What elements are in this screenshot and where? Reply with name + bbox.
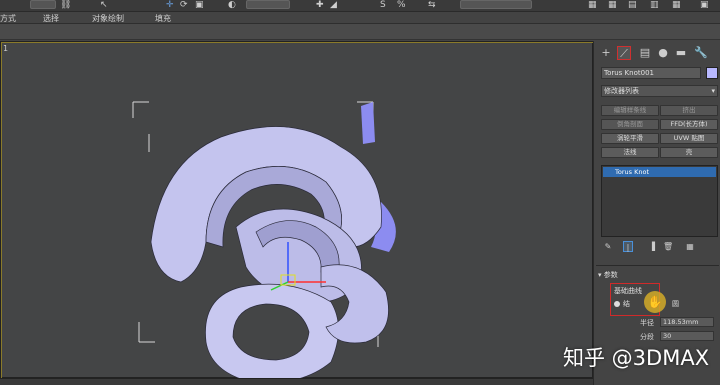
show-end-result-icon[interactable]: |	[623, 241, 633, 252]
radio-circle-label[interactable]: 圆	[672, 299, 679, 309]
ribbon-panel-strip	[0, 24, 720, 40]
create-tab-icon[interactable]: +	[599, 46, 613, 60]
display-tab-icon[interactable]: ▬	[674, 46, 688, 60]
tab-populate[interactable]: 填充	[155, 13, 171, 24]
ffd-box-button[interactable]: FFD(长方体)	[660, 119, 718, 130]
app-window: ⛓ ↖ ✛ ⟳ ▣ ◐ ✚ ◢ S % ⇆ ▦ ▦ ▤ ▥ ▦ ▣ 方式 选择 …	[0, 0, 720, 385]
panel-divider	[596, 265, 719, 266]
segments-spinner[interactable]: 30	[660, 331, 714, 341]
named-selection-dropdown[interactable]	[460, 0, 532, 9]
torus-knot-render[interactable]	[1, 42, 594, 379]
configure-modifier-sets-icon[interactable]: ▦	[685, 241, 695, 252]
shell-button[interactable]: 壳	[660, 147, 718, 158]
normal-button[interactable]: 法线	[601, 147, 659, 158]
radius-spinner[interactable]: 118.53mm	[660, 317, 714, 327]
torus-knot-mesh	[150, 126, 389, 379]
selection-filter-dropdown[interactable]	[30, 0, 56, 9]
motion-tab-icon[interactable]: ●	[656, 46, 670, 60]
link-icon[interactable]: ⛓	[60, 0, 71, 11]
snap-icon[interactable]: ✚	[316, 0, 324, 11]
mirror-icon[interactable]: S	[380, 0, 386, 11]
rollout-title: 参数	[603, 271, 618, 279]
modifier-list-dropdown[interactable]: 修改器列表 ▾	[601, 85, 718, 97]
layer-icon[interactable]: ▦	[588, 0, 597, 11]
tab-object-paint[interactable]: 对象绘制	[92, 13, 124, 24]
grid-icon[interactable]: ▦	[608, 0, 617, 11]
utilities-tab-icon[interactable]: 🔧	[694, 46, 708, 60]
refcoord-icon[interactable]: ◐	[228, 0, 236, 11]
command-panel: + ⟋ ▤ ● ▬ 🔧 Torus Knot001 修改器列表 ▾ 编辑样条线 …	[593, 41, 720, 385]
material-editor-icon[interactable]: ▦	[672, 0, 681, 11]
turbosmooth-button[interactable]: 涡轮平滑	[601, 133, 659, 144]
reference-coordinate-dropdown[interactable]	[246, 0, 290, 9]
segments-label: 分段	[640, 333, 654, 341]
parameters-rollout-header[interactable]: ▾ 参数	[598, 270, 718, 280]
stack-toolbar: ✎ | ▐ 🗑 ▦	[601, 241, 718, 253]
rotate-icon[interactable]: ⟳	[180, 0, 188, 11]
stack-item-torus-knot[interactable]: Torus Knot	[603, 167, 716, 177]
scale-icon[interactable]: ▣	[195, 0, 204, 11]
bevel-profile-button[interactable]: 倒角剖面	[601, 119, 659, 130]
hand-cursor-icon: ✋	[644, 291, 666, 313]
extrude-button[interactable]: 挤出	[660, 105, 718, 116]
named-selection-icon[interactable]: ⇆	[428, 0, 436, 11]
percent-snap-icon[interactable]: %	[397, 0, 406, 11]
hierarchy-tab-icon[interactable]: ▤	[638, 46, 652, 60]
angle-snap-icon[interactable]: ◢	[330, 0, 337, 11]
tab-selection[interactable]: 选择	[43, 13, 59, 24]
watermark-text: 知乎 @3DMAX	[563, 346, 710, 370]
object-color-swatch[interactable]	[706, 67, 718, 79]
modify-tab-icon[interactable]: ⟋	[617, 46, 631, 60]
main-toolbar: ⛓ ↖ ✛ ⟳ ▣ ◐ ✚ ◢ S % ⇆ ▦ ▦ ▤ ▥ ▦ ▣	[0, 0, 720, 12]
curve-editor-icon[interactable]: ▤	[628, 0, 637, 11]
schematic-icon[interactable]: ▥	[650, 0, 659, 11]
make-unique-icon[interactable]: ▐	[647, 241, 657, 252]
chevron-down-icon: ▾	[711, 87, 715, 95]
edit-spline-button[interactable]: 编辑样条线	[601, 105, 659, 116]
remove-modifier-icon[interactable]: 🗑	[663, 241, 673, 252]
object-name-field[interactable]: Torus Knot001	[601, 67, 701, 79]
select-cursor-icon[interactable]: ↖	[100, 0, 108, 11]
modifier-stack[interactable]: Torus Knot	[601, 165, 718, 237]
radio-knot[interactable]: 结	[614, 299, 630, 309]
render-icon[interactable]: ▣	[700, 0, 709, 11]
base-curve-group-label: 基础曲线	[614, 287, 642, 295]
radius-label: 半径	[640, 319, 654, 327]
status-bar	[0, 378, 593, 385]
pin-stack-icon[interactable]: ✎	[603, 241, 613, 252]
radio-knot-label: 结	[623, 300, 630, 308]
radio-dot-icon	[614, 301, 620, 307]
ribbon-tabs: 方式 选择 对象绘制 填充	[0, 12, 720, 24]
command-panel-tabs: + ⟋ ▤ ● ▬ 🔧	[594, 43, 720, 61]
modifier-list-label: 修改器列表	[604, 87, 639, 95]
move-icon[interactable]: ✛	[166, 0, 174, 11]
uvw-map-button[interactable]: UVW 贴图	[660, 133, 718, 144]
tab-modeling-mode[interactable]: 方式	[0, 13, 16, 24]
perspective-viewport[interactable]: 1	[0, 41, 594, 379]
